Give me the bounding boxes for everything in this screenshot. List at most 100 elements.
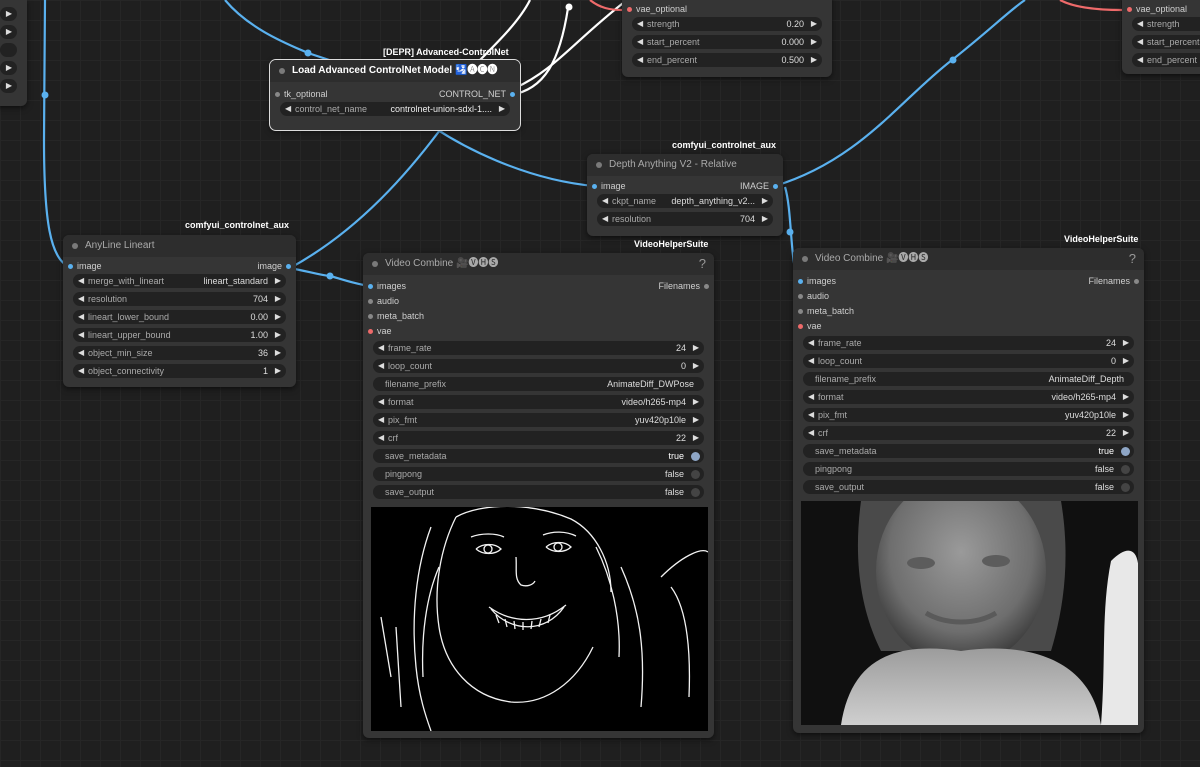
collapse-dot-icon[interactable]	[279, 68, 285, 74]
load-controlnet-io[interactable]: tk_optional CONTROL_NET	[270, 87, 520, 102]
start-percent-widget-right[interactable]: ◀ start_percent	[1132, 35, 1200, 49]
anyline-badge: comfyui_controlnet_aux	[185, 220, 290, 230]
vc1-pingpong-toggle[interactable]: pingpong false	[373, 467, 704, 481]
start-percent-widget[interactable]: ◀ start_percent 0.000 ▶	[632, 35, 822, 49]
vc1-crf-widget[interactable]: ◀ crf 22 ▶	[373, 431, 704, 445]
vc1-save-output-toggle[interactable]: save_output false	[373, 485, 704, 499]
control-net-output-pin[interactable]	[510, 92, 515, 97]
lineart-video-preview[interactable]	[371, 507, 708, 731]
vc2-pix-fmt-widget[interactable]: ◀ pix_fmt yuv420p10le ▶	[803, 408, 1134, 422]
vc2-loop-count-widget[interactable]: ◀ loop_count 0 ▶	[803, 354, 1134, 368]
toggle-knob-icon	[691, 470, 700, 479]
vc1-audio-pin[interactable]	[368, 299, 373, 304]
link-image-down-left	[42, 0, 71, 269]
object-connectivity-widget[interactable]: ◀ object_connectivity 1 ▶	[73, 364, 286, 378]
vc2-audio-pin[interactable]	[798, 294, 803, 299]
vc1-format-widget[interactable]: ◀ format video/h265-mp4 ▶	[373, 395, 704, 409]
vc1-filenames-pin[interactable]	[704, 284, 709, 289]
left-edge-node[interactable]: ▶ ▶ ▶ ▶	[0, 0, 27, 106]
anyline-title[interactable]: AnyLine Lineart	[63, 235, 296, 257]
video-combine-1-badge: VideoHelperSuite	[634, 239, 709, 249]
anyline-image-input-pin[interactable]	[68, 264, 73, 269]
vae-input-pin-right[interactable]	[1127, 7, 1132, 12]
vc2-vae-pin[interactable]	[798, 324, 803, 329]
depth-image-input-pin[interactable]	[592, 184, 597, 189]
vc2-meta-batch-pin[interactable]	[798, 309, 803, 314]
left-edge-widget-2[interactable]: ▶	[0, 25, 17, 39]
vc1-frame-rate-widget[interactable]: ◀ frame_rate 24 ▶	[373, 341, 704, 355]
depth-anything-node[interactable]: Depth Anything V2 - Relative image IMAGE…	[587, 154, 783, 236]
vc1-pix-fmt-widget[interactable]: ◀ pix_fmt yuv420p10le ▶	[373, 413, 704, 427]
vc2-filename-prefix-widget[interactable]: filename_prefix AnimateDiff_Depth	[803, 372, 1134, 386]
lineart-upper-bound-widget[interactable]: ◀ lineart_upper_bound 1.00 ▶	[73, 328, 286, 342]
tk-optional-pin[interactable]	[275, 92, 280, 97]
vc2-frame-rate-widget[interactable]: ◀ frame_rate 24 ▶	[803, 336, 1134, 350]
collapse-dot-icon[interactable]	[72, 243, 78, 249]
vc2-save-output-toggle[interactable]: save_output false	[803, 480, 1134, 494]
ckpt-name-widget[interactable]: ◀ ckpt_name depth_anything_v2... ▶	[597, 194, 773, 208]
lineart-lower-bound-widget[interactable]: ◀ lineart_lower_bound 0.00 ▶	[73, 310, 286, 324]
collapse-dot-icon[interactable]	[596, 162, 602, 168]
vc1-audio-input[interactable]: audio	[363, 294, 714, 309]
vc2-save-metadata-toggle[interactable]: save_metadata true	[803, 444, 1134, 458]
vc2-images-input[interactable]: images Filenames	[793, 274, 1144, 289]
anyline-image-output-pin[interactable]	[286, 264, 291, 269]
left-edge-widget-5[interactable]: ▶	[0, 79, 17, 93]
vae-input-pin[interactable]	[627, 7, 632, 12]
vae-optional-input-right[interactable]: vae_optional	[1122, 2, 1200, 17]
load-controlnet-title[interactable]: Load Advanced ControlNet Model 🛂🅐🅒🅝	[270, 60, 520, 82]
vc2-filenames-pin[interactable]	[1134, 279, 1139, 284]
apply-controlnet-node-left[interactable]: vae_optional ◀ strength 0.20 ▶ ◀ start_perce…	[622, 0, 832, 77]
anyline-node[interactable]: AnyLine Lineart image image ◀ merge_with_…	[63, 235, 296, 387]
load-controlnet-node[interactable]: Load Advanced ControlNet Model 🛂🅐🅒🅝 tk_o…	[269, 59, 521, 131]
end-percent-widget[interactable]: ◀ end_percent 0.500 ▶	[632, 53, 822, 67]
video-combine-1-title[interactable]: Video Combine 🎥🅥🅗🅢 ?	[363, 253, 714, 275]
collapse-dot-icon[interactable]	[802, 256, 808, 262]
vc1-vae-input[interactable]: vae	[363, 324, 714, 339]
depth-anything-title[interactable]: Depth Anything V2 - Relative	[587, 154, 783, 176]
vc1-images-input[interactable]: images Filenames	[363, 279, 714, 294]
left-edge-widget-4[interactable]: ▶	[0, 61, 17, 75]
vc1-images-pin[interactable]	[368, 284, 373, 289]
vc1-filename-prefix-widget[interactable]: filename_prefix AnimateDiff_DWPose	[373, 377, 704, 391]
vc2-format-widget[interactable]: ◀ format video/h265-mp4 ▶	[803, 390, 1134, 404]
strength-widget[interactable]: ◀ strength 0.20 ▶	[632, 17, 822, 31]
vc2-crf-widget[interactable]: ◀ crf 22 ▶	[803, 426, 1134, 440]
lineart-face-preview-image	[380, 507, 708, 731]
vc1-save-metadata-toggle[interactable]: save_metadata true	[373, 449, 704, 463]
vc1-loop-count-widget[interactable]: ◀ loop_count 0 ▶	[373, 359, 704, 373]
vc1-vae-pin[interactable]	[368, 329, 373, 334]
object-min-size-widget[interactable]: ◀ object_min_size 36 ▶	[73, 346, 286, 360]
depth-anything-io[interactable]: image IMAGE	[587, 179, 783, 194]
toggle-knob-icon	[1121, 447, 1130, 456]
video-combine-1-node[interactable]: Video Combine 🎥🅥🅗🅢 ? images Filenames au…	[363, 253, 714, 738]
vae-optional-input[interactable]: vae_optional	[622, 2, 832, 17]
load-controlnet-badge: [DEPR] Advanced-ControlNet	[383, 47, 509, 57]
strength-widget-right[interactable]: ◀ strength	[1132, 17, 1200, 31]
vc2-vae-input[interactable]: vae	[793, 319, 1144, 334]
vc1-meta-batch-pin[interactable]	[368, 314, 373, 319]
vc1-meta-batch-input[interactable]: meta_batch	[363, 309, 714, 324]
end-percent-widget-right[interactable]: ◀ end_percent	[1132, 53, 1200, 67]
vc2-images-pin[interactable]	[798, 279, 803, 284]
depth-resolution-widget[interactable]: ◀ resolution 704 ▶	[597, 212, 773, 226]
anyline-resolution-widget[interactable]: ◀ resolution 704 ▶	[73, 292, 286, 306]
help-icon[interactable]: ?	[1129, 248, 1136, 270]
vc2-audio-input[interactable]: audio	[793, 289, 1144, 304]
depth-video-preview[interactable]	[801, 501, 1138, 725]
apply-controlnet-node-right[interactable]: vae_optional ◀ strength ◀ start_percent ◀ e…	[1122, 0, 1200, 74]
video-combine-2-title[interactable]: Video Combine 🎥🅥🅗🅢 ?	[793, 248, 1144, 270]
link-vae-right	[1059, 0, 1123, 12]
depth-image-output-pin[interactable]	[773, 184, 778, 189]
vc2-meta-batch-input[interactable]: meta_batch	[793, 304, 1144, 319]
left-edge-widget-3[interactable]	[0, 43, 17, 57]
control-net-name-widget[interactable]: ◀ control_net_name controlnet-union-sdxl-1…	[280, 102, 510, 116]
vc2-pingpong-toggle[interactable]: pingpong false	[803, 462, 1134, 476]
merge-with-lineart-widget[interactable]: ◀ merge_with_lineart lineart_standard ▶	[73, 274, 286, 288]
left-edge-widget-1[interactable]: ▶	[0, 7, 17, 21]
help-icon[interactable]: ?	[699, 253, 706, 275]
toggle-knob-icon	[691, 488, 700, 497]
anyline-io[interactable]: image image	[63, 259, 296, 274]
video-combine-2-node[interactable]: Video Combine 🎥🅥🅗🅢 ? images Filenames au…	[793, 248, 1144, 733]
collapse-dot-icon[interactable]	[372, 261, 378, 267]
